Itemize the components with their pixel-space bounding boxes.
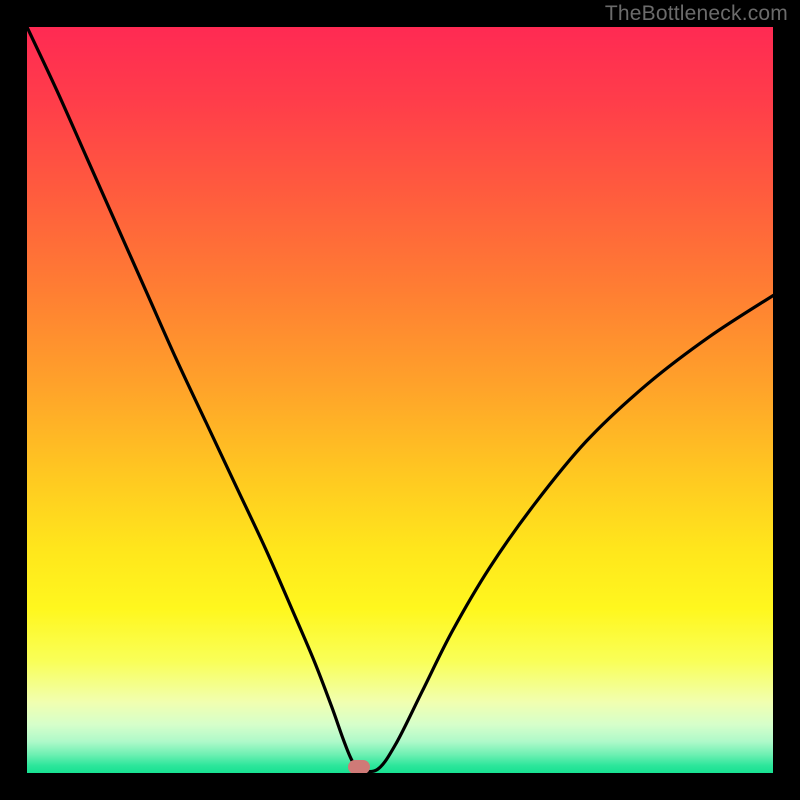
watermark-text: TheBottleneck.com — [605, 2, 788, 26]
optimal-point-marker — [348, 760, 370, 773]
figure-root: TheBottleneck.com — [0, 0, 800, 800]
bottleneck-curve — [27, 27, 773, 773]
plot-area — [27, 27, 773, 773]
